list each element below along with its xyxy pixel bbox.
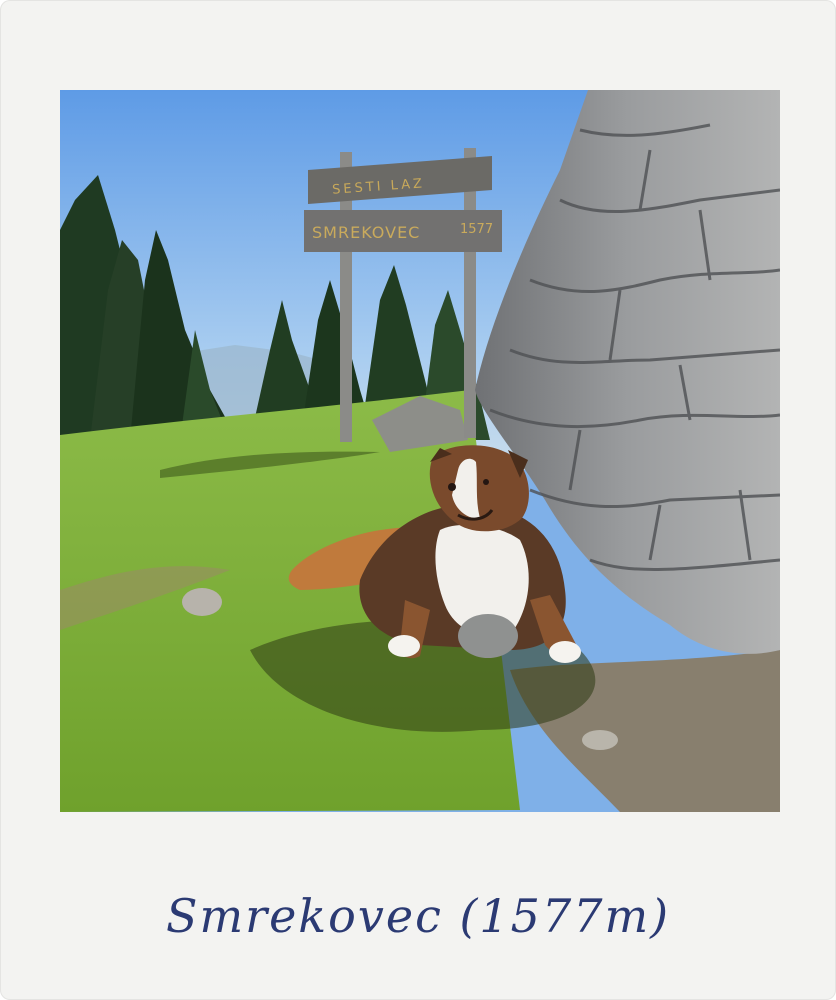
caption-area: Smrekovec (1577m) <box>0 862 836 962</box>
sign-main-number: 1577 <box>460 222 493 237</box>
polaroid-frame: SESTI LAZ SMREKOVEC 1577 Smrekovec (1577… <box>0 0 836 1000</box>
caption-svg: Smrekovec (1577m) <box>166 889 670 943</box>
sign-main-text: SMREKOVEC <box>312 223 420 242</box>
handwritten-caption: Smrekovec (1577m) <box>166 889 670 943</box>
photo: SESTI LAZ SMREKOVEC 1577 <box>60 90 780 812</box>
rock <box>182 588 222 616</box>
rock <box>582 730 618 750</box>
mountain-scene: SESTI LAZ SMREKOVEC 1577 <box>60 90 780 812</box>
